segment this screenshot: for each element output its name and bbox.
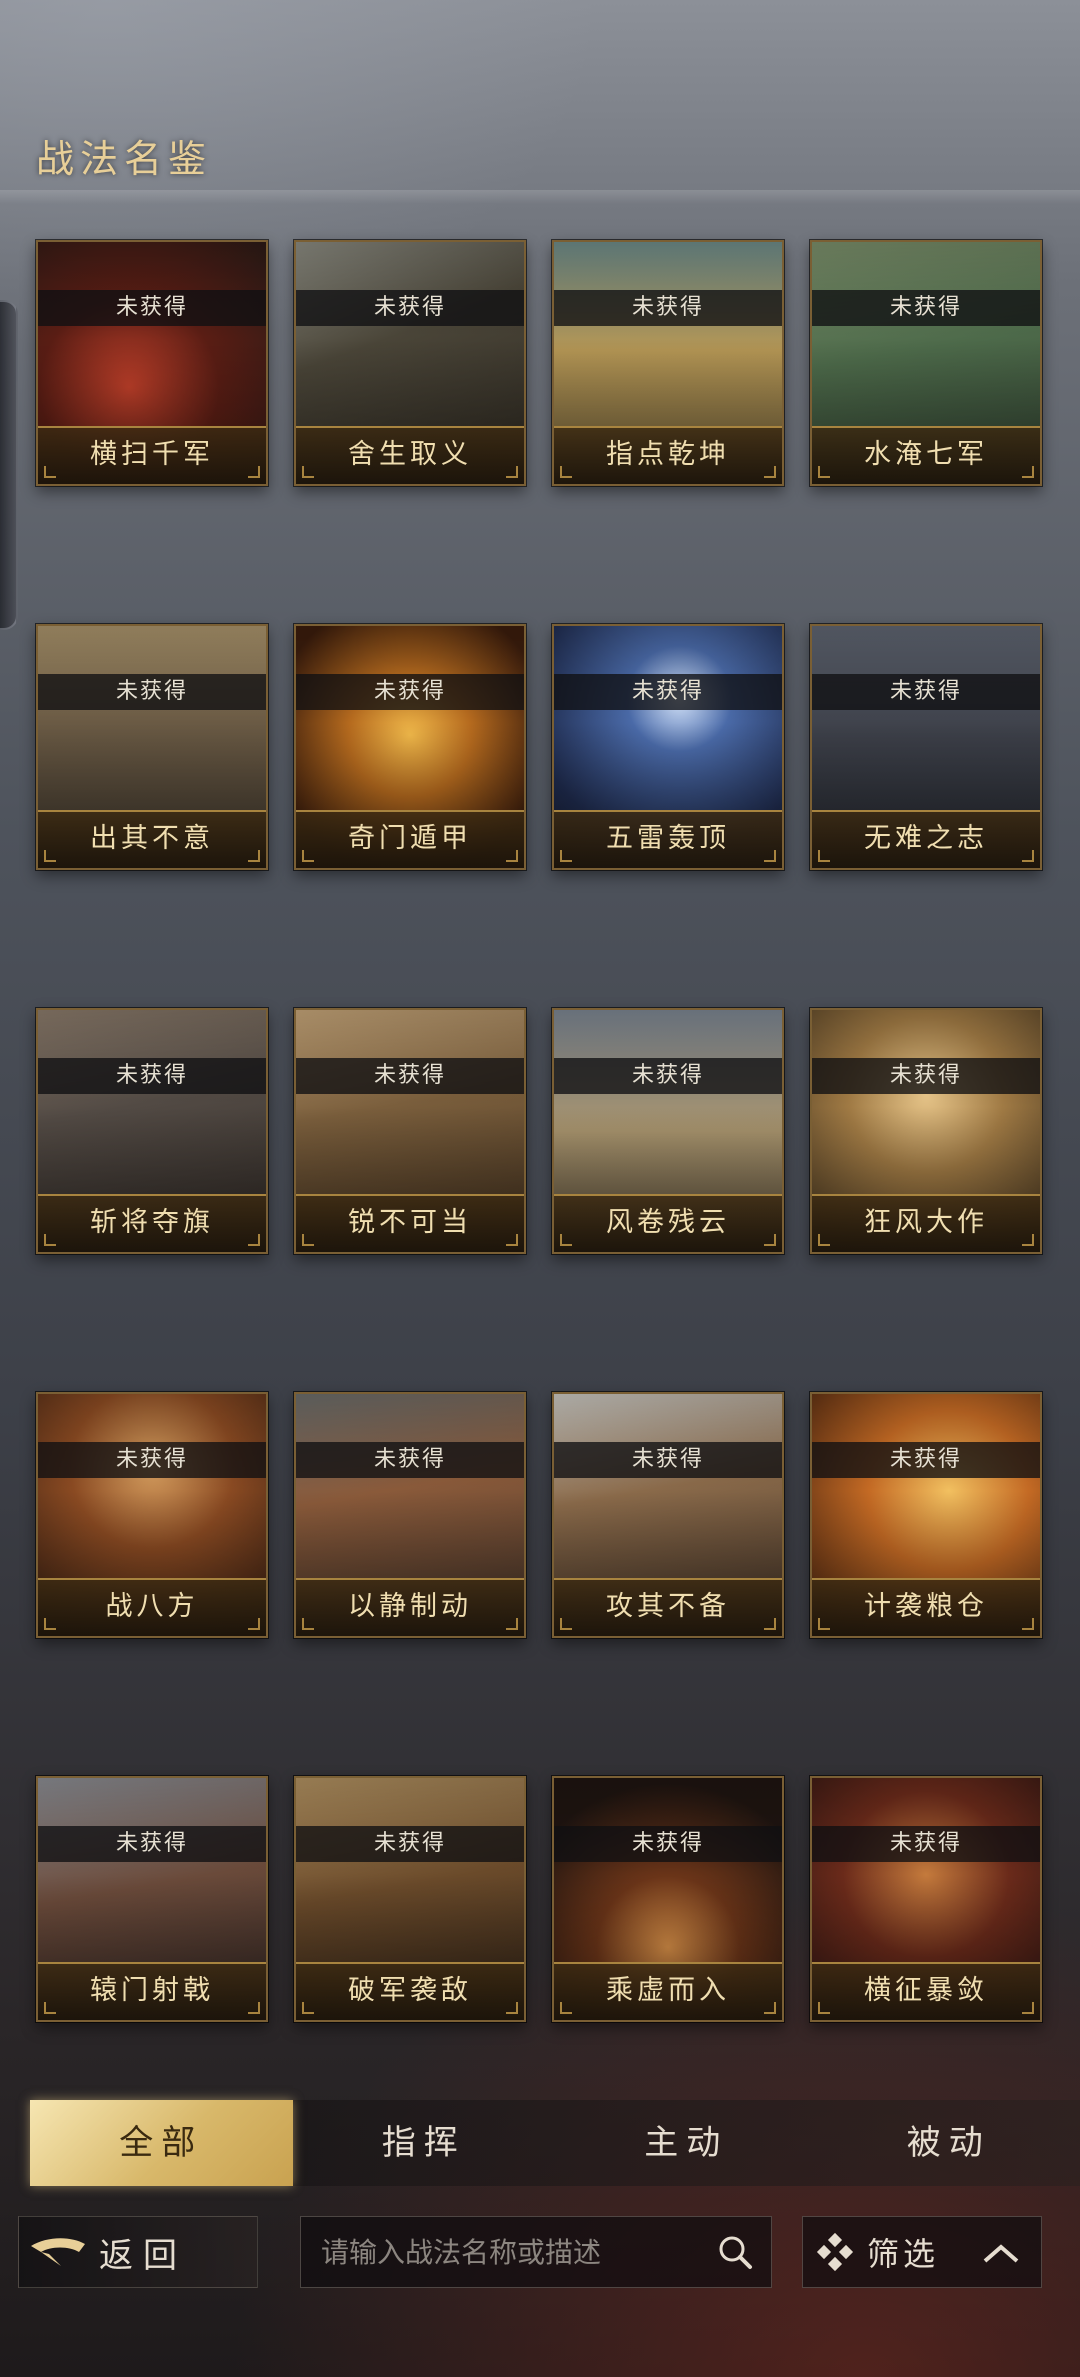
status-badge: 未获得 <box>296 1058 524 1094</box>
skill-name: 攻其不备 <box>554 1578 782 1636</box>
skill-name: 计袭粮仓 <box>812 1578 1040 1636</box>
status-badge: 未获得 <box>812 290 1040 326</box>
skill-name: 战八方 <box>38 1578 266 1636</box>
skill-card-1[interactable]: 未获得 横扫千军 <box>36 240 268 486</box>
skill-card-5[interactable]: 未获得 出其不意 <box>36 624 268 870</box>
skill-name: 斩将夺旗 <box>38 1194 266 1252</box>
chevron-up-icon[interactable] <box>975 2217 1027 2289</box>
status-badge: 未获得 <box>554 1442 782 1478</box>
skill-card-16[interactable]: 未获得 计袭粮仓 <box>810 1392 1042 1638</box>
page-title: 战法名鉴 <box>36 137 213 181</box>
skill-card-15[interactable]: 未获得 攻其不备 <box>552 1392 784 1638</box>
status-badge: 未获得 <box>812 1442 1040 1478</box>
skill-name: 辕门射戟 <box>38 1962 266 2020</box>
skill-card-9[interactable]: 未获得 斩将夺旗 <box>36 1008 268 1254</box>
status-badge: 未获得 <box>38 674 266 710</box>
status-badge: 未获得 <box>38 1442 266 1478</box>
status-badge: 未获得 <box>812 1058 1040 1094</box>
skill-name: 狂风大作 <box>812 1194 1040 1252</box>
filter-label: 筛选 <box>867 2235 940 2273</box>
skill-name: 破军袭敌 <box>296 1962 524 2020</box>
skill-name: 以静制动 <box>296 1578 524 1636</box>
tab-active[interactable]: 主动 <box>555 2100 818 2186</box>
skill-card-6[interactable]: 未获得 奇门遁甲 <box>294 624 526 870</box>
skill-card-8[interactable]: 未获得 无难之志 <box>810 624 1042 870</box>
skill-name: 水淹七军 <box>812 426 1040 484</box>
skill-card-2[interactable]: 未获得 舍生取义 <box>294 240 526 486</box>
back-button[interactable]: 返回 <box>18 2216 258 2288</box>
skill-card-11[interactable]: 未获得 风卷残云 <box>552 1008 784 1254</box>
skill-name: 出其不意 <box>38 810 266 868</box>
category-tabs: 全部 指挥 主动 被动 <box>30 2100 1080 2186</box>
status-badge: 未获得 <box>38 1058 266 1094</box>
skill-card-18[interactable]: 未获得 破军袭敌 <box>294 1776 526 2022</box>
status-badge: 未获得 <box>38 290 266 326</box>
status-badge: 未获得 <box>296 290 524 326</box>
status-badge: 未获得 <box>554 674 782 710</box>
skill-name: 风卷残云 <box>554 1194 782 1252</box>
skill-name: 横征暴敛 <box>812 1962 1040 2020</box>
skill-card-14[interactable]: 未获得 以静制动 <box>294 1392 526 1638</box>
skill-name: 锐不可当 <box>296 1194 524 1252</box>
status-badge: 未获得 <box>554 290 782 326</box>
search-icon[interactable] <box>699 2216 771 2288</box>
status-badge: 未获得 <box>812 1826 1040 1862</box>
tab-all[interactable]: 全部 <box>30 2100 293 2186</box>
skill-card-17[interactable]: 未获得 辕门射戟 <box>36 1776 268 2022</box>
skill-grid: 未获得 横扫千军 未获得 舍生取义 未获得 指点乾坤 未获得 水淹七军 未获得 出其不意 … <box>36 240 1042 2022</box>
skill-card-3[interactable]: 未获得 指点乾坤 <box>552 240 784 486</box>
skill-name: 乘虚而入 <box>554 1962 782 2020</box>
skill-name: 奇门遁甲 <box>296 810 524 868</box>
status-badge: 未获得 <box>38 1826 266 1862</box>
skill-name: 无难之志 <box>812 810 1040 868</box>
skill-card-19[interactable]: 未获得 乘虚而入 <box>552 1776 784 2022</box>
tab-passive[interactable]: 被动 <box>818 2100 1080 2186</box>
side-drawer-handle[interactable] <box>0 300 18 630</box>
skill-name: 横扫千军 <box>38 426 266 484</box>
skill-card-10[interactable]: 未获得 锐不可当 <box>294 1008 526 1254</box>
status-badge: 未获得 <box>296 1826 524 1862</box>
skill-card-20[interactable]: 未获得 横征暴敛 <box>810 1776 1042 2022</box>
search-box[interactable] <box>300 2216 772 2288</box>
filter-diamond-icon <box>803 2216 867 2288</box>
skill-card-4[interactable]: 未获得 水淹七军 <box>810 240 1042 486</box>
header-divider <box>0 190 1080 204</box>
search-input[interactable] <box>301 2217 699 2287</box>
status-badge: 未获得 <box>554 1058 782 1094</box>
back-arrow-icon <box>19 2216 99 2288</box>
status-badge: 未获得 <box>812 674 1040 710</box>
bottom-toolbar: 返回 筛选 <box>0 2200 1080 2377</box>
skill-card-7[interactable]: 未获得 五雷轰顶 <box>552 624 784 870</box>
skill-name: 指点乾坤 <box>554 426 782 484</box>
back-label: 返回 <box>99 2235 187 2276</box>
status-badge: 未获得 <box>554 1826 782 1862</box>
skill-name: 五雷轰顶 <box>554 810 782 868</box>
skill-card-13[interactable]: 未获得 战八方 <box>36 1392 268 1638</box>
skill-card-12[interactable]: 未获得 狂风大作 <box>810 1008 1042 1254</box>
status-badge: 未获得 <box>296 674 524 710</box>
filter-button[interactable]: 筛选 <box>802 2216 1042 2288</box>
skill-name: 舍生取义 <box>296 426 524 484</box>
status-badge: 未获得 <box>296 1442 524 1478</box>
tab-command[interactable]: 指挥 <box>293 2100 556 2186</box>
